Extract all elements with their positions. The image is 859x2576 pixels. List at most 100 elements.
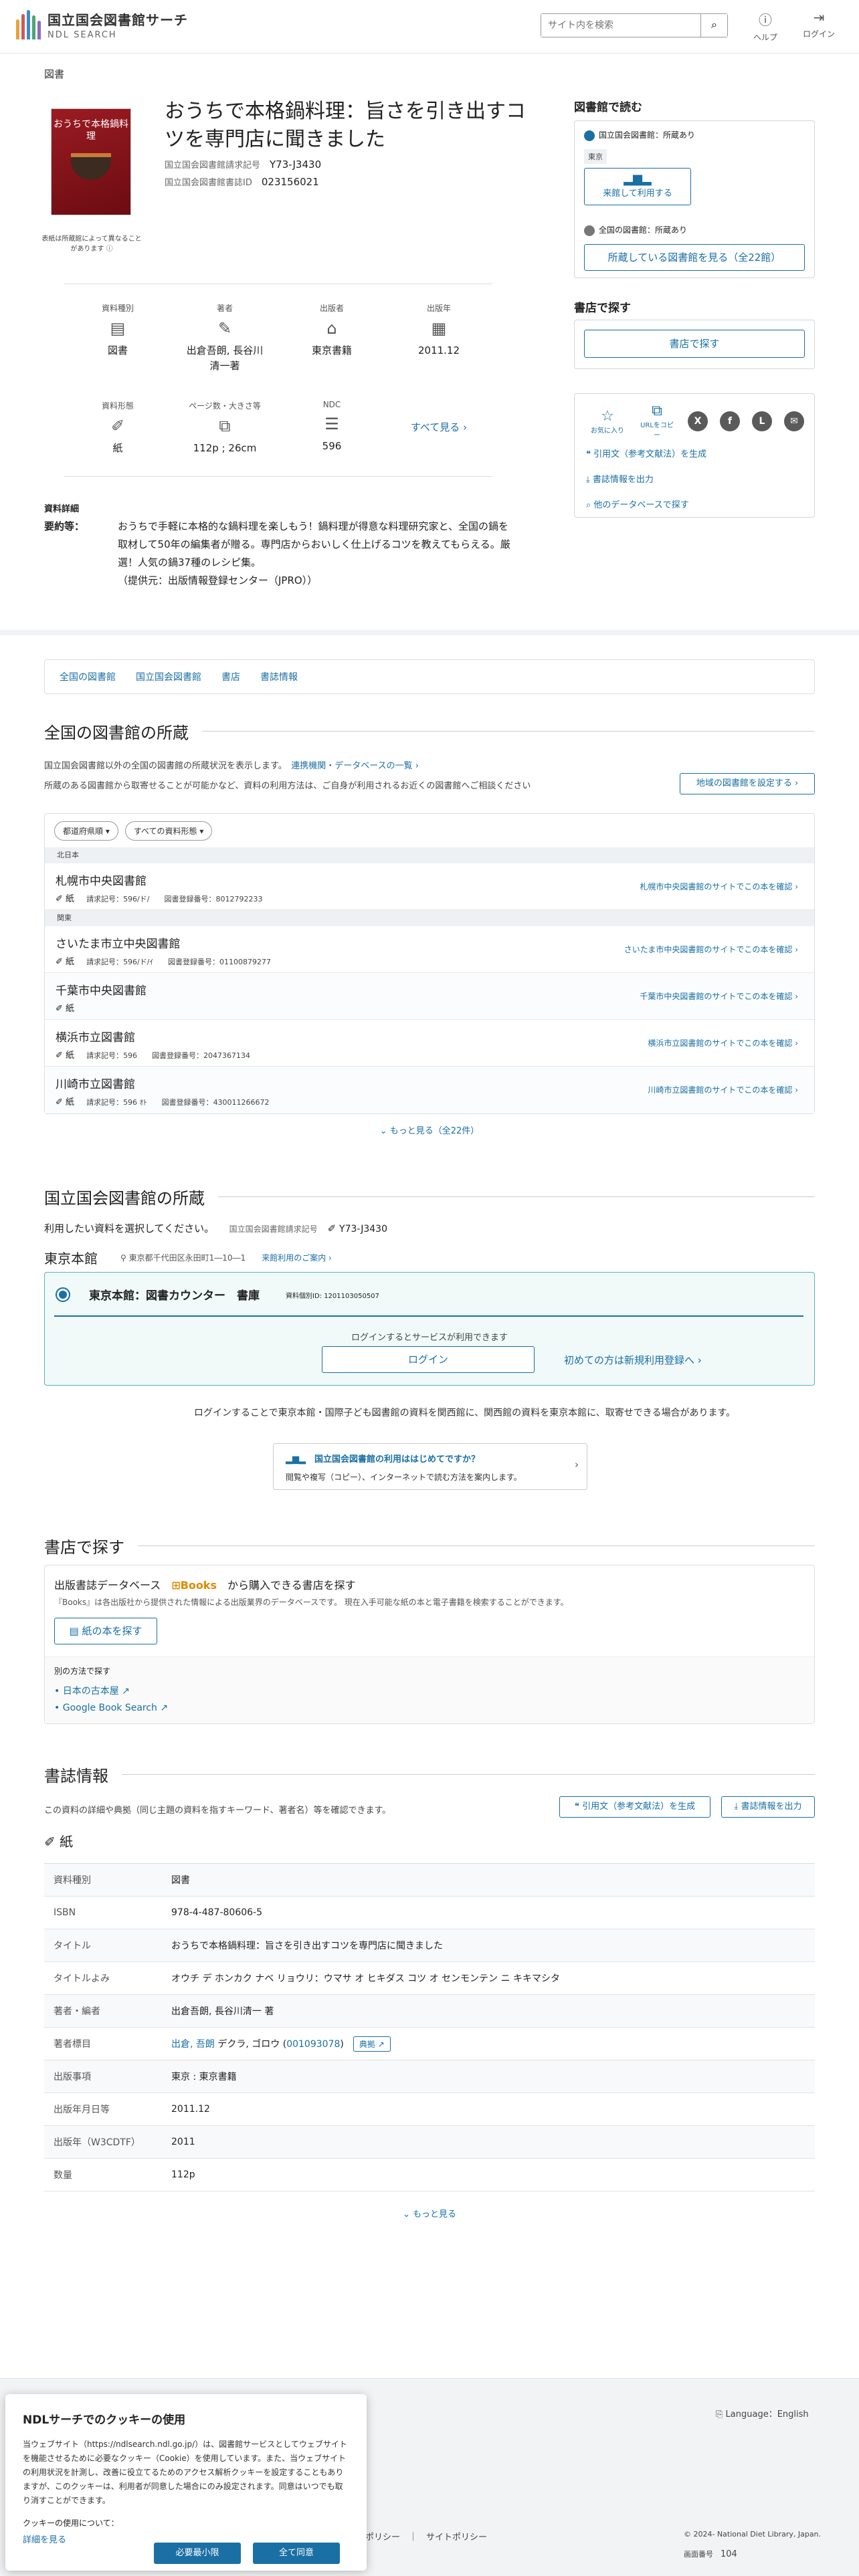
login-header-button[interactable]: ⇥ ログイン xyxy=(799,9,839,39)
table-row: 出版事項 東京 : 東京書籍 xyxy=(44,2060,815,2093)
copy-url-button[interactable]: ⧉ URLをコピー xyxy=(638,403,676,439)
kosho-link[interactable]: • 日本の古本屋 ↗ xyxy=(54,1684,130,1697)
footer-links: ポリシー ｜ サイトポリシー xyxy=(365,2533,488,2543)
building-icon: ⌂ xyxy=(326,319,337,338)
first-time-guide[interactable]: ▂▆▂ 国立国会図書館の利用ははじめてですか？ 閲覧や複写（コピー）、インターネ… xyxy=(273,1443,587,1490)
books-logo: ⊞Books xyxy=(171,1579,217,1592)
paper-icon: ✐ xyxy=(110,417,125,435)
see-libraries-button[interactable]: 所蔵している図書館を見る（全22館） xyxy=(584,244,805,271)
cite-button[interactable]: ❝ 引用文（参考文献法）を生成 xyxy=(559,1796,710,1818)
book-title: おうちで本格鍋料理：旨さを引き出すコツを専門店に聞きました xyxy=(165,100,526,151)
more-libraries-link[interactable]: ⌄ もっと見る（全22件） xyxy=(0,1123,859,1136)
building-icon: ▂▆▂ xyxy=(286,1455,306,1465)
quote-icon: ❝ xyxy=(574,1802,579,1812)
register-link[interactable]: 初めての方は新規利用登録へ › xyxy=(564,1353,702,1367)
share-row: ☆ お気に入り ⧉ URLをコピー X f L ✉ xyxy=(589,403,804,439)
biblio-desc: この資料の詳細や典拠（同じ主題の資料を指すキーワード、著者名）等を確認できます。 xyxy=(44,1806,391,1816)
library-site-link[interactable]: 千葉市中央図書館のサイトでこの本を確認 › xyxy=(640,990,798,1002)
logo-subtitle: NDL SEARCH xyxy=(47,30,117,40)
google-books-link[interactable]: • Google Book Search ↗ xyxy=(54,1703,168,1713)
site-policy-link[interactable]: サイトポリシー xyxy=(426,2533,487,2543)
more-biblio-link[interactable]: ⌄ もっと見る xyxy=(0,2207,859,2220)
paper-icon: ✐ xyxy=(56,1051,63,1061)
external-link-icon: ↗ xyxy=(122,1686,130,1697)
location-pin-icon: ⚲ xyxy=(120,1253,126,1263)
site-search: ⌕ xyxy=(541,13,728,37)
login-button[interactable]: ログイン xyxy=(322,1346,535,1373)
ndl-notice: ログインすることで東京本館・国際子ども図書館の資料を関西館に、関西館の資料を東京… xyxy=(194,1408,736,1418)
policy-link[interactable]: ポリシー xyxy=(365,2533,400,2543)
chevron-down-icon: ⌄ xyxy=(379,1126,387,1136)
visit-guide-link[interactable]: 来館利用のご案内 › xyxy=(262,1253,332,1263)
biblio-form: ✐ 紙 xyxy=(44,1834,74,1850)
store-section-heading: 書店で探す xyxy=(44,1534,815,1558)
site-header: 国立国会図書館サーチ NDL SEARCH ⌕ ⓘ ヘルプ ⇥ ログイン xyxy=(0,0,859,53)
cookie-minimal-button[interactable]: 必要最小限 xyxy=(154,2543,241,2564)
site-logo[interactable]: 国立国会図書館サーチ NDL SEARCH xyxy=(16,9,188,40)
author-id-link[interactable]: 001093078 xyxy=(286,2039,340,2050)
counter-name: 東京本館：図書カウンター 書庫 xyxy=(89,1289,260,1303)
book-cover-image: おうちで本格鍋料理 xyxy=(51,108,131,215)
cookie-accept-button[interactable]: 全て同意 xyxy=(253,2543,340,2564)
language-switch[interactable]: ⎘ Language：English xyxy=(716,2407,809,2420)
table-row: 出版年（W3CDTF） 2011 xyxy=(44,2125,815,2159)
paper-icon: ✐ xyxy=(56,894,63,904)
set-region-button[interactable]: 地域の図書館を設定する › xyxy=(680,773,815,794)
line-share-icon[interactable]: L xyxy=(752,411,772,431)
breadcrumb: 図書 xyxy=(44,68,65,80)
export-link[interactable]: ⤓ 書誌情報を出力 xyxy=(586,472,654,485)
ndl-logo-icon xyxy=(584,130,595,141)
mail-share-icon[interactable]: ✉ xyxy=(784,411,804,431)
building-icon: ▂▆▂ xyxy=(624,172,652,186)
cover-note: 表紙は所蔵館によって異なることがあります ⓘ xyxy=(41,235,142,253)
favorite-button[interactable]: ☆ お気に入り xyxy=(589,408,626,435)
library-detail: ✐ 紙請求記号：596/ド/ 図書登録番号：8012792233 xyxy=(56,894,263,904)
sort-pref-select[interactable]: 都道府県順 ▾ xyxy=(54,821,118,841)
author-link[interactable]: 出倉, 吾朗 xyxy=(171,2039,215,2050)
login-label: ログイン xyxy=(802,29,835,39)
search-button[interactable]: ⌕ xyxy=(700,14,727,37)
tenkyo-button[interactable]: 典拠 ↗ xyxy=(353,2036,391,2052)
other-db-link[interactable]: ⌕ 他のデータベースで探す xyxy=(586,498,689,510)
tab-store[interactable]: 書店 xyxy=(221,670,240,683)
partner-list-link[interactable]: 連携機関・データベースの一覧 xyxy=(291,761,412,771)
branch-name: 東京本館 xyxy=(44,1251,98,1267)
find-store-button[interactable]: 書店で探す xyxy=(584,330,805,358)
info-icon[interactable]: ⓘ xyxy=(106,245,113,253)
help-button[interactable]: ⓘ ヘルプ xyxy=(745,9,785,43)
export-button[interactable]: ⤓ 書誌情報を出力 xyxy=(721,1796,815,1818)
pen-icon: ✎ xyxy=(217,319,232,338)
download-icon: ⤓ xyxy=(586,475,590,485)
fact-publisher: 出版者 ⌂ 東京書籍 xyxy=(278,302,385,373)
library-row: 川崎市立図書館 ✐ 紙請求記号：596 ｵﾄ 図書登録番号：4300112666… xyxy=(45,1067,814,1113)
publisher-link[interactable]: 東京 : 東京書籍 xyxy=(171,2060,815,2093)
facebook-share-icon[interactable]: f xyxy=(720,411,740,431)
library-site-link[interactable]: 横浜市立図書館のサイトでこの本を確認 › xyxy=(648,1037,798,1049)
library-holdings-box: 国立国会図書館：所蔵あり 東京 ▂▆▂ 来館して利用する 全国の図書館：所蔵あり… xyxy=(574,120,815,278)
material-type-select[interactable]: すべての資料形態 ▾ xyxy=(124,821,213,841)
tab-nationwide[interactable]: 全国の図書館 xyxy=(60,670,116,683)
facts-row-1: 資料種別 ▤ 図書 著者 ✎ 出倉吾朗, 長谷川清一著 出版者 ⌂ 東京書籍 出版年 ▦ 201… xyxy=(64,302,492,373)
table-row: 出版年月日等 2011.12 xyxy=(44,2093,815,2126)
library-site-link[interactable]: 札幌市中央図書館のサイトでこの本を確認 › xyxy=(640,881,798,892)
holding-radio[interactable] xyxy=(56,1287,70,1302)
library-site-link[interactable]: 川崎市立図書館のサイトでこの本を確認 › xyxy=(648,1084,798,1095)
quote-icon: ❝ xyxy=(586,449,591,459)
library-row: 札幌市中央図書館 ✐ 紙請求記号：596/ド/ 図書登録番号：801279223… xyxy=(45,863,814,910)
tokyo-tag: 東京 xyxy=(584,149,607,164)
nationwide-have: 全国の図書館：所蔵あり xyxy=(584,224,687,236)
title-link[interactable]: おうちで本格鍋料理：旨さを引き出すコツを専門店に聞きました xyxy=(171,1929,815,1962)
library-site-link[interactable]: さいたま市中央図書館のサイトでこの本を確認 › xyxy=(624,944,798,955)
tab-biblio[interactable]: 書誌情報 xyxy=(260,670,298,683)
see-all-link[interactable]: すべて見る › xyxy=(385,400,492,456)
site-search-input[interactable] xyxy=(541,14,700,37)
cite-link[interactable]: ❝ 引用文（参考文献法）を生成 xyxy=(586,447,706,459)
find-paper-book-button[interactable]: ▤ 紙の本を探す xyxy=(54,1618,157,1644)
x-share-icon[interactable]: X xyxy=(688,411,708,431)
login-prompt: ログインするとサービスが利用できます xyxy=(351,1333,508,1343)
table-row: タイトルよみ オウチ デ ホンカク ナベ リョウリ：ウマサ オ ヒキダス コツ オ… xyxy=(44,1962,815,1995)
visit-button[interactable]: ▂▆▂ 来館して利用する xyxy=(584,168,691,205)
library-row: 千葉市中央図書館 ✐ 紙 千葉市中央図書館のサイトでこの本を確認 › xyxy=(45,973,814,1020)
login-icon: ⇥ xyxy=(813,9,825,25)
tab-ndl[interactable]: 国立国会図書館 xyxy=(136,670,201,683)
